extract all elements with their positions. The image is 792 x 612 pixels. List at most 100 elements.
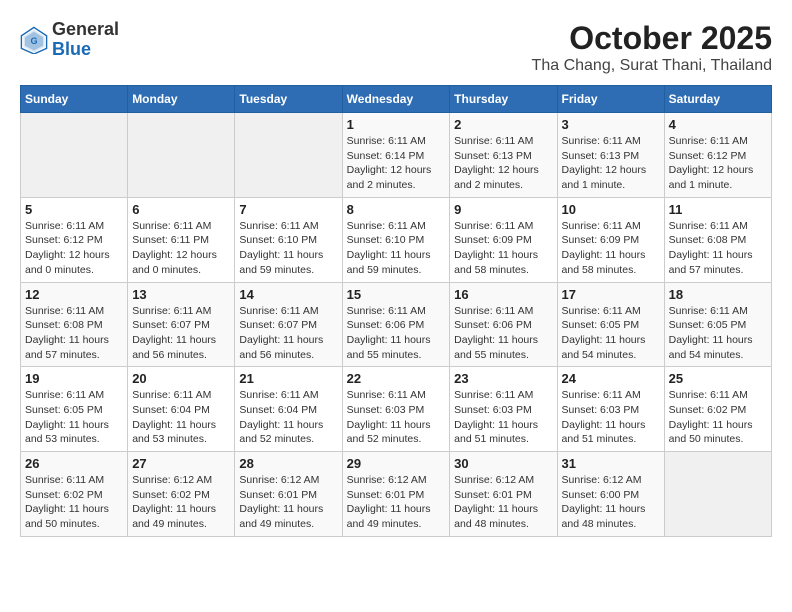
cell-day-number: 5 — [25, 202, 123, 217]
cell-info: Sunrise: 6:11 AM Sunset: 6:11 PM Dayligh… — [132, 219, 230, 278]
logo: G General Blue — [20, 20, 119, 60]
calendar-cell: 20 Sunrise: 6:11 AM Sunset: 6:04 PM Dayli… — [128, 367, 235, 452]
cell-day-number: 16 — [454, 287, 552, 302]
calendar-cell: 4 Sunrise: 6:11 AM Sunset: 6:12 PM Daylig… — [664, 113, 771, 198]
calendar-cell: 13 Sunrise: 6:11 AM Sunset: 6:07 PM Dayli… — [128, 282, 235, 367]
cell-day-number: 28 — [239, 456, 337, 471]
cell-day-number: 24 — [562, 371, 660, 386]
svg-text:G: G — [30, 36, 37, 46]
cell-info: Sunrise: 6:11 AM Sunset: 6:04 PM Dayligh… — [132, 388, 230, 447]
cell-day-number: 23 — [454, 371, 552, 386]
cell-info: Sunrise: 6:11 AM Sunset: 6:02 PM Dayligh… — [25, 473, 123, 532]
cell-day-number: 11 — [669, 202, 767, 217]
cell-day-number: 30 — [454, 456, 552, 471]
weekday-header: Sunday — [21, 86, 128, 113]
calendar-cell — [235, 113, 342, 198]
cell-day-number: 27 — [132, 456, 230, 471]
cell-day-number: 6 — [132, 202, 230, 217]
calendar-week-row: 12 Sunrise: 6:11 AM Sunset: 6:08 PM Dayli… — [21, 282, 772, 367]
calendar-cell: 18 Sunrise: 6:11 AM Sunset: 6:05 PM Dayli… — [664, 282, 771, 367]
cell-info: Sunrise: 6:11 AM Sunset: 6:12 PM Dayligh… — [669, 134, 767, 193]
calendar-cell: 31 Sunrise: 6:12 AM Sunset: 6:00 PM Dayli… — [557, 452, 664, 537]
calendar-cell: 7Sunrise: 6:11 AM Sunset: 6:10 PM Daylig… — [235, 197, 342, 282]
calendar-week-row: 1 Sunrise: 6:11 AM Sunset: 6:14 PM Daylig… — [21, 113, 772, 198]
cell-day-number: 14 — [239, 287, 337, 302]
cell-info: Sunrise: 6:11 AM Sunset: 6:14 PM Dayligh… — [347, 134, 446, 193]
calendar-cell: 1 Sunrise: 6:11 AM Sunset: 6:14 PM Daylig… — [342, 113, 450, 198]
calendar-cell: 29Sunrise: 6:12 AM Sunset: 6:01 PM Dayli… — [342, 452, 450, 537]
calendar-week-row: 5 Sunrise: 6:11 AM Sunset: 6:12 PM Daylig… — [21, 197, 772, 282]
calendar-cell: 28 Sunrise: 6:12 AM Sunset: 6:01 PM Dayli… — [235, 452, 342, 537]
cell-day-number: 1 — [347, 117, 446, 132]
calendar-cell: 3Sunrise: 6:11 AM Sunset: 6:13 PM Daylig… — [557, 113, 664, 198]
cell-info: Sunrise: 6:11 AM Sunset: 6:06 PM Dayligh… — [454, 304, 552, 363]
cell-info: Sunrise: 6:11 AM Sunset: 6:04 PM Dayligh… — [239, 388, 337, 447]
cell-day-number: 3 — [562, 117, 660, 132]
logo-blue: Blue — [52, 40, 119, 60]
cell-info: Sunrise: 6:12 AM Sunset: 6:01 PM Dayligh… — [239, 473, 337, 532]
cell-info: Sunrise: 6:11 AM Sunset: 6:07 PM Dayligh… — [132, 304, 230, 363]
cell-day-number: 25 — [669, 371, 767, 386]
calendar-cell: 9Sunrise: 6:11 AM Sunset: 6:09 PM Daylig… — [450, 197, 557, 282]
calendar-cell: 5 Sunrise: 6:11 AM Sunset: 6:12 PM Daylig… — [21, 197, 128, 282]
calendar-cell: 15 Sunrise: 6:11 AM Sunset: 6:06 PM Dayli… — [342, 282, 450, 367]
calendar-cell: 19 Sunrise: 6:11 AM Sunset: 6:05 PM Dayli… — [21, 367, 128, 452]
cell-info: Sunrise: 6:12 AM Sunset: 6:02 PM Dayligh… — [132, 473, 230, 532]
cell-info: Sunrise: 6:11 AM Sunset: 6:05 PM Dayligh… — [562, 304, 660, 363]
cell-day-number: 8 — [347, 202, 446, 217]
weekday-header: Saturday — [664, 86, 771, 113]
calendar-week-row: 19 Sunrise: 6:11 AM Sunset: 6:05 PM Dayli… — [21, 367, 772, 452]
cell-info: Sunrise: 6:11 AM Sunset: 6:03 PM Dayligh… — [562, 388, 660, 447]
weekday-header: Thursday — [450, 86, 557, 113]
cell-day-number: 10 — [562, 202, 660, 217]
cell-day-number: 17 — [562, 287, 660, 302]
calendar-cell: 14 Sunrise: 6:11 AM Sunset: 6:07 PM Dayli… — [235, 282, 342, 367]
cell-info: Sunrise: 6:12 AM Sunset: 6:01 PM Dayligh… — [454, 473, 552, 532]
cell-info: Sunrise: 6:12 AM Sunset: 6:00 PM Dayligh… — [562, 473, 660, 532]
weekday-header: Wednesday — [342, 86, 450, 113]
cell-day-number: 19 — [25, 371, 123, 386]
cell-day-number: 22 — [347, 371, 446, 386]
calendar-header-row: SundayMondayTuesdayWednesdayThursdayFrid… — [21, 86, 772, 113]
cell-info: Sunrise: 6:11 AM Sunset: 6:13 PM Dayligh… — [454, 134, 552, 193]
cell-info: Sunrise: 6:11 AM Sunset: 6:03 PM Dayligh… — [454, 388, 552, 447]
cell-day-number: 26 — [25, 456, 123, 471]
calendar-cell — [128, 113, 235, 198]
calendar-cell: 16 Sunrise: 6:11 AM Sunset: 6:06 PM Dayli… — [450, 282, 557, 367]
calendar-cell: 10Sunrise: 6:11 AM Sunset: 6:09 PM Dayli… — [557, 197, 664, 282]
cell-day-number: 31 — [562, 456, 660, 471]
cell-info: Sunrise: 6:11 AM Sunset: 6:08 PM Dayligh… — [669, 219, 767, 278]
calendar-cell: 12 Sunrise: 6:11 AM Sunset: 6:08 PM Dayli… — [21, 282, 128, 367]
calendar-cell: 11 Sunrise: 6:11 AM Sunset: 6:08 PM Dayli… — [664, 197, 771, 282]
cell-info: Sunrise: 6:11 AM Sunset: 6:07 PM Dayligh… — [239, 304, 337, 363]
cell-day-number: 12 — [25, 287, 123, 302]
cell-day-number: 15 — [347, 287, 446, 302]
cell-info: Sunrise: 6:11 AM Sunset: 6:05 PM Dayligh… — [669, 304, 767, 363]
calendar-cell: 27 Sunrise: 6:12 AM Sunset: 6:02 PM Dayli… — [128, 452, 235, 537]
calendar-cell: 8 Sunrise: 6:11 AM Sunset: 6:10 PM Daylig… — [342, 197, 450, 282]
calendar-cell: 30 Sunrise: 6:12 AM Sunset: 6:01 PM Dayli… — [450, 452, 557, 537]
calendar-cell: 2 Sunrise: 6:11 AM Sunset: 6:13 PM Daylig… — [450, 113, 557, 198]
calendar-cell: 23 Sunrise: 6:11 AM Sunset: 6:03 PM Dayli… — [450, 367, 557, 452]
cell-day-number: 4 — [669, 117, 767, 132]
calendar-cell — [664, 452, 771, 537]
cell-info: Sunrise: 6:11 AM Sunset: 6:05 PM Dayligh… — [25, 388, 123, 447]
cell-info: Sunrise: 6:11 AM Sunset: 6:09 PM Dayligh… — [454, 219, 552, 278]
calendar-table: SundayMondayTuesdayWednesdayThursdayFrid… — [20, 85, 772, 537]
logo-general: General — [52, 20, 119, 40]
weekday-header: Friday — [557, 86, 664, 113]
cell-day-number: 20 — [132, 371, 230, 386]
cell-info: Sunrise: 6:11 AM Sunset: 6:06 PM Dayligh… — [347, 304, 446, 363]
cell-info: Sunrise: 6:11 AM Sunset: 6:10 PM Dayligh… — [347, 219, 446, 278]
page-header: G General Blue October 2025 Tha Chang, S… — [20, 20, 772, 75]
calendar-cell: 24 Sunrise: 6:11 AM Sunset: 6:03 PM Dayli… — [557, 367, 664, 452]
calendar-cell: 21 Sunrise: 6:11 AM Sunset: 6:04 PM Dayli… — [235, 367, 342, 452]
cell-day-number: 18 — [669, 287, 767, 302]
logo-text: General Blue — [52, 20, 119, 60]
cell-day-number: 13 — [132, 287, 230, 302]
cell-info: Sunrise: 6:11 AM Sunset: 6:08 PM Dayligh… — [25, 304, 123, 363]
weekday-header: Tuesday — [235, 86, 342, 113]
cell-info: Sunrise: 6:11 AM Sunset: 6:12 PM Dayligh… — [25, 219, 123, 278]
cell-day-number: 2 — [454, 117, 552, 132]
cell-day-number: 21 — [239, 371, 337, 386]
